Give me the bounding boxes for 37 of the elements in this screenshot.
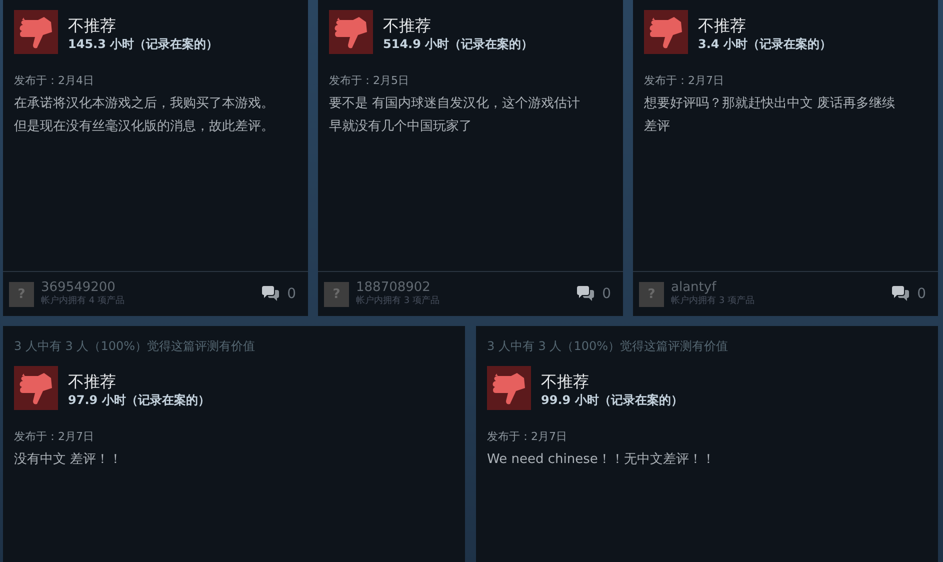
hours-played: 145.3 小时（记录在案的）	[68, 36, 218, 52]
product-count: 帐户内拥有 3 项产品	[671, 295, 756, 307]
posted-date: 发布于：2月7日	[487, 429, 568, 444]
helpful-count: 3 人中有 3 人（100%）觉得这篇评测有价值	[487, 338, 730, 355]
comment-icon[interactable]	[576, 286, 594, 302]
helpful-count: 3 人中有 3 人（100%）觉得这篇评测有价值	[14, 338, 256, 355]
hours-played: 3.4 小时（记录在案的）	[698, 36, 832, 52]
user-name[interactable]: alantyf	[671, 281, 884, 295]
verdict-title: 不推荐	[383, 16, 432, 36]
comment-icon[interactable]	[891, 286, 910, 302]
user-name[interactable]: 188708902	[356, 281, 570, 295]
user-name[interactable]: 369549200	[41, 281, 254, 295]
comment-icon[interactable]	[261, 286, 280, 302]
avatar-button[interactable]: ?	[324, 282, 349, 306]
review-text: 在承诺将汉化本游戏之后，我购买了本游戏。但是现在没有丝毫汉化版的消息，故此差评。	[14, 95, 275, 136]
hours-played: 99.9 小时（记录在案的）	[541, 392, 683, 408]
review-text: We need chinese！！无中文差评！！	[487, 451, 716, 469]
posted-date: 发布于：2月5日	[329, 73, 410, 88]
product-count: 帐户内拥有 4 项产品	[41, 295, 126, 307]
posted-date: 发布于：2月7日	[14, 429, 95, 444]
review-text: 要不是 有国内球迷自发汉化，这个游戏估计早就没有几个中国玩家了	[329, 95, 582, 136]
verdict-title: 不推荐	[68, 16, 117, 36]
comment-count: 0	[602, 286, 611, 302]
product-count: 帐户内拥有 3 项产品	[356, 295, 440, 307]
verdict-title: 不推荐	[541, 372, 590, 392]
avatar-button[interactable]: ?	[639, 282, 664, 306]
comment-count: 0	[287, 286, 296, 302]
avatar-button[interactable]: ?	[9, 282, 34, 306]
review-text: 想要好评吗？那就赶快出中文 废话再多继续差评	[644, 95, 896, 136]
posted-date: 发布于：2月4日	[14, 73, 95, 88]
hours-played: 97.9 小时（记录在案的）	[68, 392, 210, 408]
comment-count: 0	[917, 286, 926, 302]
verdict-title: 不推荐	[698, 16, 747, 36]
posted-date: 发布于：2月7日	[644, 73, 725, 88]
review-text: 没有中文 差评！！	[14, 451, 124, 469]
verdict-title: 不推荐	[68, 372, 117, 392]
hours-played: 514.9 小时（记录在案的）	[383, 36, 534, 52]
